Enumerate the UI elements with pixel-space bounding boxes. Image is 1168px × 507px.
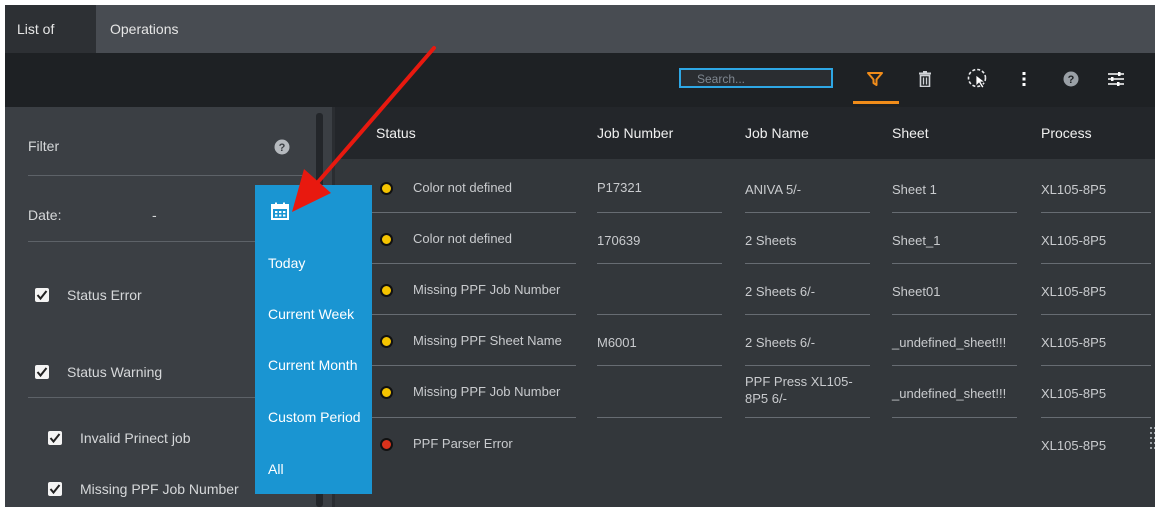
- status-error-checkbox[interactable]: [35, 288, 49, 302]
- sheet-cell: Sheet 1: [892, 182, 937, 197]
- svg-text:?: ?: [1068, 74, 1075, 86]
- row-divider: [892, 365, 1017, 366]
- job-number-cell: 170639: [597, 233, 641, 248]
- row-divider: [364, 263, 576, 264]
- app-window: List of PPF Operations ? Filter ? Date:: [5, 5, 1155, 507]
- status-cell: Color not defined: [413, 231, 513, 246]
- toolbar: ?: [5, 53, 1155, 107]
- column-header-sheet[interactable]: Sheet: [892, 107, 929, 159]
- missing-ppf-job-number-checkbox[interactable]: [48, 482, 62, 496]
- row-divider: [597, 365, 722, 366]
- status-error-label: Status Error: [67, 287, 142, 303]
- row-divider: [364, 417, 576, 418]
- date-option-custom-period[interactable]: Custom Period: [268, 409, 361, 425]
- status-cell: Missing PPF Sheet Name: [413, 333, 562, 348]
- select-cursor-icon[interactable]: [964, 65, 992, 93]
- row-divider: [597, 314, 722, 315]
- job-name-cell: 2 Sheets: [745, 233, 797, 248]
- row-divider: [745, 263, 870, 264]
- process-cell: XL105-8P5: [1041, 335, 1107, 350]
- svg-text:?: ?: [279, 142, 286, 154]
- sheet-cell: Sheet01: [892, 284, 941, 299]
- date-label: Date:: [28, 207, 62, 223]
- job-name-cell: ANIVA 5/-: [745, 182, 802, 197]
- date-option-all[interactable]: All: [268, 461, 284, 477]
- row-divider: [892, 263, 1017, 264]
- date-value[interactable]: -: [152, 207, 157, 223]
- row-divider: [1041, 212, 1151, 213]
- column-header-job-name[interactable]: Job Name: [745, 107, 809, 159]
- tab-label: Operations: [110, 21, 179, 37]
- resize-grip-icon[interactable]: [1149, 425, 1155, 465]
- sheet-cell: _undefined_sheet!!!: [892, 335, 1007, 350]
- tab-operations[interactable]: Operations: [98, 5, 190, 53]
- ppf-table: Status Job Number Job Name Sheet Process…: [335, 107, 1155, 507]
- row-divider: [892, 314, 1017, 315]
- date-option-today[interactable]: Today: [268, 255, 305, 271]
- date-option-current-month[interactable]: Current Month: [268, 357, 357, 373]
- trash-icon[interactable]: [911, 65, 939, 93]
- divider: [28, 175, 306, 176]
- help-icon[interactable]: ?: [1057, 65, 1085, 93]
- status-warning-icon: [380, 284, 393, 297]
- filter-title: Filter: [28, 138, 60, 154]
- row-divider: [1041, 365, 1151, 366]
- tab-bar: List of PPF Operations: [5, 5, 1155, 85]
- status-cell: Color not defined: [413, 180, 513, 195]
- row-divider: [1041, 314, 1151, 315]
- status-error-icon: [380, 438, 393, 451]
- row-divider: [364, 314, 576, 315]
- row-divider: [745, 212, 870, 213]
- row-divider: [597, 263, 722, 264]
- missing-ppf-job-number-label: Missing PPF Job Number: [80, 481, 239, 497]
- status-cell: Missing PPF Job Number: [413, 384, 561, 399]
- sheet-cell: Sheet_1: [892, 233, 941, 248]
- row-divider: [1041, 417, 1151, 418]
- process-cell: XL105-8P5: [1041, 386, 1107, 401]
- calendar-icon[interactable]: [255, 185, 305, 237]
- filter-help-icon[interactable]: ?: [274, 139, 290, 160]
- column-header-process[interactable]: Process: [1041, 107, 1092, 159]
- search-input[interactable]: [679, 68, 833, 88]
- settings-sliders-icon[interactable]: [1102, 65, 1130, 93]
- process-cell: XL105-8P5: [1041, 182, 1107, 197]
- column-header-status[interactable]: Status: [376, 107, 416, 159]
- filter-icon[interactable]: [853, 65, 899, 104]
- tab-list-of-ppf[interactable]: List of PPF: [5, 5, 96, 85]
- row-divider: [597, 417, 722, 418]
- row-divider: [1041, 263, 1151, 264]
- date-preset-dropdown: Today Current Week Current Month Custom …: [255, 185, 372, 494]
- more-vertical-icon[interactable]: [1010, 65, 1038, 93]
- status-warning-icon: [380, 233, 393, 246]
- sheet-cell: _undefined_sheet!!!: [892, 386, 1007, 401]
- status-warning-icon: [380, 386, 393, 399]
- column-header-job-number[interactable]: Job Number: [597, 107, 673, 159]
- row-divider: [364, 212, 576, 213]
- row-divider: [745, 417, 870, 418]
- process-cell: XL105-8P5: [1041, 284, 1107, 299]
- status-warning-label: Status Warning: [67, 364, 163, 380]
- status-warning-icon: [380, 335, 393, 348]
- job-name-cell: PPF Press XL105-8P5 6/-: [745, 374, 853, 406]
- status-warning-checkbox[interactable]: [35, 365, 49, 379]
- invalid-prinect-job-label: Invalid Prinect job: [80, 430, 191, 446]
- invalid-prinect-job-checkbox[interactable]: [48, 431, 62, 445]
- process-cell: XL105-8P5: [1041, 233, 1107, 248]
- status-cell: Missing PPF Job Number: [413, 282, 561, 297]
- row-divider: [745, 314, 870, 315]
- row-divider: [892, 417, 1017, 418]
- row-divider: [745, 365, 870, 366]
- status-cell: PPF Parser Error: [413, 436, 513, 451]
- row-divider: [364, 365, 576, 366]
- status-warning-icon: [380, 182, 393, 195]
- row-divider: [892, 212, 1017, 213]
- row-divider: [597, 212, 722, 213]
- table-header: Status Job Number Job Name Sheet Process: [335, 107, 1155, 159]
- job-name-cell: 2 Sheets 6/-: [745, 335, 816, 350]
- job-number-cell: M6001: [597, 335, 637, 350]
- date-option-current-week[interactable]: Current Week: [268, 306, 354, 322]
- process-cell: XL105-8P5: [1041, 438, 1107, 453]
- job-name-cell: 2 Sheets 6/-: [745, 284, 816, 299]
- job-number-cell: P17321: [597, 180, 642, 195]
